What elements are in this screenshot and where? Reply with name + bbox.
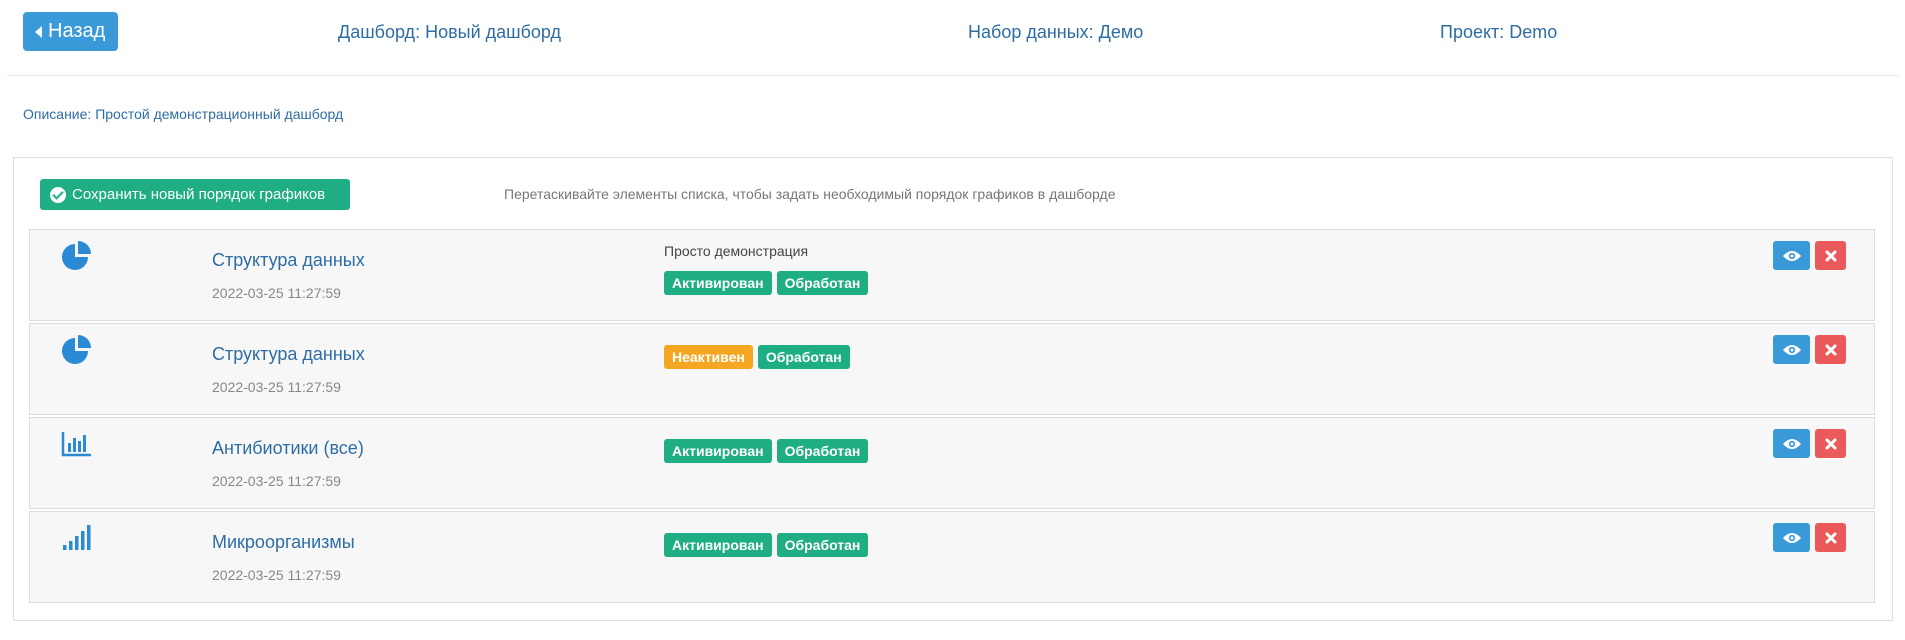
view-button[interactable]	[1773, 523, 1810, 552]
save-order-button[interactable]: Сохранить новый порядок графиков	[40, 179, 350, 210]
eye-icon	[1782, 250, 1801, 261]
delete-button[interactable]	[1815, 241, 1846, 270]
chart-list-item[interactable]: Структура данных 2022-03-25 11:27:59 Про…	[29, 229, 1875, 321]
drag-hint: Перетаскивайте элементы списка, чтобы за…	[504, 186, 1116, 202]
chart-date: 2022-03-25 11:27:59	[212, 473, 341, 489]
status-badges: Неактивен Обработан	[664, 345, 850, 369]
dataset-name: Набор данных: Демо	[968, 22, 1144, 42]
view-button[interactable]	[1773, 335, 1810, 364]
delete-button[interactable]	[1815, 335, 1846, 364]
dashboard-description: Описание: Простой демонстрационный дашбо…	[23, 106, 344, 122]
chart-date: 2022-03-25 11:27:59	[212, 379, 341, 395]
chart-list-item[interactable]: Микроорганизмы 2022-03-25 11:27:59 Актив…	[29, 511, 1875, 603]
chart-note: Просто демонстрация	[664, 243, 809, 259]
chart-title[interactable]: Структура данных	[212, 250, 365, 271]
chart-date: 2022-03-25 11:27:59	[212, 285, 341, 301]
chart-list-item[interactable]: Структура данных 2022-03-25 11:27:59 Неа…	[29, 323, 1875, 415]
processed-badge: Обработан	[776, 271, 869, 295]
delete-button[interactable]	[1815, 429, 1846, 458]
status-badges: Активирован Обработан	[664, 271, 869, 295]
pie-chart-icon	[62, 335, 91, 364]
project-name: Проект: Demo	[1440, 22, 1558, 42]
dashboard-name: Дашборд: Новый дашборд	[338, 22, 562, 42]
processed-badge: Обработан	[757, 345, 850, 369]
status-badge: Активирован	[664, 533, 772, 557]
status-badge: Неактивен	[664, 345, 753, 369]
back-label: Назад	[48, 20, 106, 42]
chart-title[interactable]: Антибиотики (все)	[212, 438, 364, 459]
signal-bars-icon	[63, 525, 91, 550]
check-circle-icon	[50, 186, 66, 203]
caret-left-icon	[35, 25, 42, 38]
top-bar: Назад Дашборд: Новый дашборд Набор данны…	[7, 0, 1898, 76]
eye-icon	[1782, 532, 1801, 543]
close-icon	[1825, 250, 1836, 261]
bar-chart-icon	[61, 432, 91, 457]
view-button[interactable]	[1773, 241, 1810, 270]
eye-icon	[1782, 438, 1801, 449]
chart-title[interactable]: Микроорганизмы	[212, 532, 355, 553]
status-badge: Активирован	[664, 271, 772, 295]
status-badges: Активирован Обработан	[664, 533, 869, 557]
delete-button[interactable]	[1815, 523, 1846, 552]
charts-panel: Сохранить новый порядок графиков Перетас…	[13, 157, 1893, 621]
status-badge: Активирован	[664, 439, 772, 463]
pie-chart-icon	[62, 241, 91, 270]
save-order-label: Сохранить новый порядок графиков	[72, 186, 326, 203]
status-badges: Активирован Обработан	[664, 439, 869, 463]
processed-badge: Обработан	[776, 439, 869, 463]
chart-date: 2022-03-25 11:27:59	[212, 567, 341, 583]
chart-list-item[interactable]: Антибиотики (все) 2022-03-25 11:27:59 Ак…	[29, 417, 1875, 509]
chart-title[interactable]: Структура данных	[212, 344, 365, 365]
close-icon	[1825, 532, 1836, 543]
close-icon	[1825, 438, 1836, 449]
back-button[interactable]: Назад	[23, 12, 118, 51]
close-icon	[1825, 344, 1836, 355]
eye-icon	[1782, 344, 1801, 355]
processed-badge: Обработан	[776, 533, 869, 557]
view-button[interactable]	[1773, 429, 1810, 458]
